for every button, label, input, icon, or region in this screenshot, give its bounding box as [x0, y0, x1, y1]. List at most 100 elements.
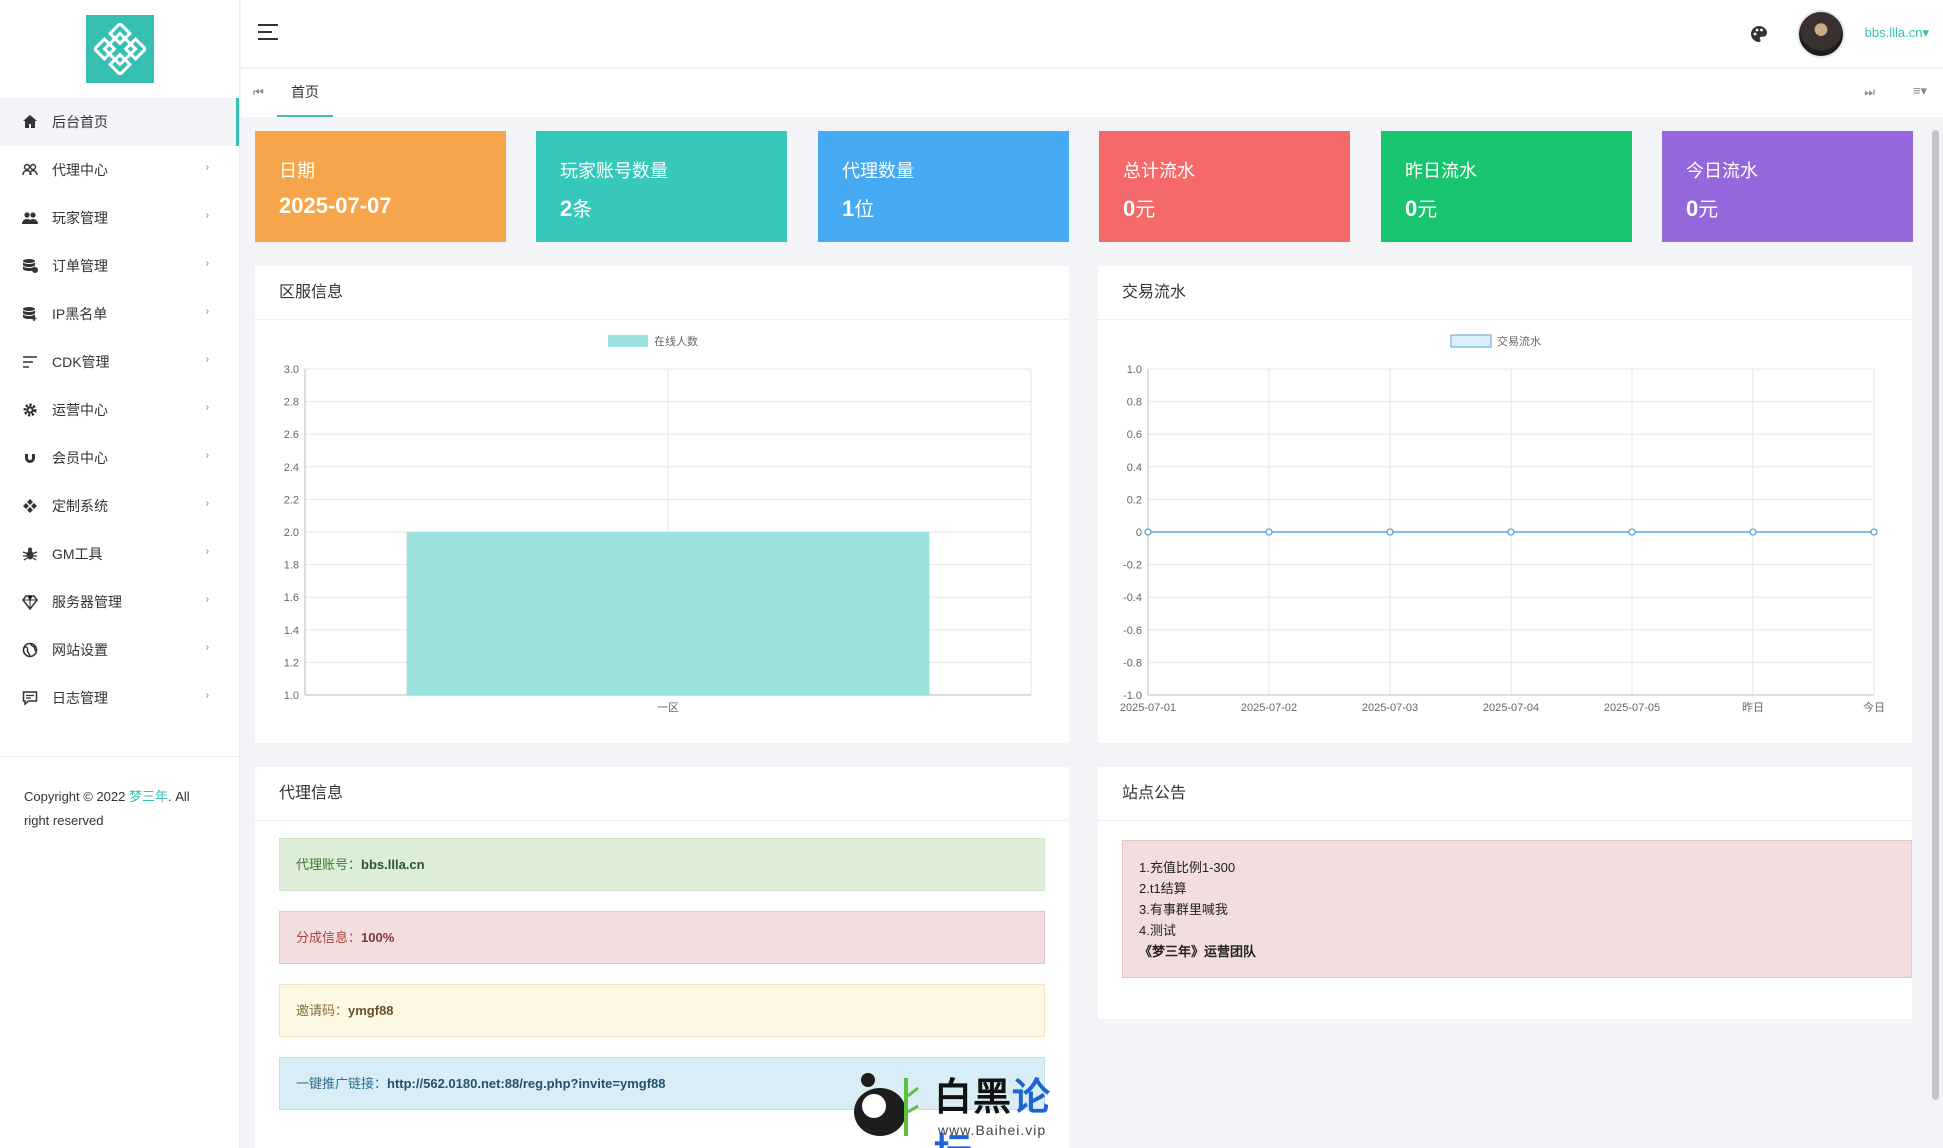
globe-icon: [22, 642, 38, 658]
stat-value-row: 0元: [1686, 193, 1889, 222]
menu-toggle-icon[interactable]: [258, 24, 278, 42]
panda-bamboo-logo-icon: [854, 1073, 919, 1136]
watermark-title-a: 白黑: [934, 1077, 1013, 1119]
top-header: bbs.llla.cn▾: [241, 0, 1943, 68]
y-tick-label: -1.0: [1123, 690, 1142, 702]
avatar[interactable]: [1797, 10, 1845, 58]
y-tick-label: 1.0: [1127, 364, 1142, 376]
transaction-flow-chart: -1.0 -0.8 -0.6 -0.4 -0.2 0 0.2 0.4 0.6 0.8 1.0 2025…: [1120, 334, 1885, 714]
sidebar-item[interactable]: GM工具 ›: [0, 530, 239, 578]
invite-code-label: 邀请码：: [296, 1003, 349, 1018]
sidebar-item[interactable]: 订单管理 ›: [0, 242, 239, 290]
sidebar-item[interactable]: 定制系统 ›: [0, 482, 239, 530]
gear-icon: [22, 402, 38, 418]
legend-label: 交易流水: [1497, 334, 1541, 348]
y-tick-label: 0: [1136, 527, 1142, 539]
promo-link[interactable]: http://562.0180.net:88/reg.php?invite=ym…: [387, 1076, 666, 1091]
y-tick-label: 2.4: [284, 462, 299, 474]
stat-label: 总计流水: [1123, 161, 1195, 181]
agent-info-title: 代理信息: [255, 767, 1069, 821]
chevron-right-icon: ›: [205, 690, 209, 701]
database-add-icon: [22, 306, 38, 322]
sidebar-item[interactable]: CDK管理 ›: [0, 338, 239, 386]
page-scrollbar[interactable]: [1932, 130, 1939, 1100]
stat-label: 玩家账号数量: [560, 161, 668, 181]
tab-bar: ⏮ 首页 ⏭ ≡▾: [241, 69, 1943, 117]
data-point: [1749, 528, 1757, 536]
stat-unit: 位: [854, 199, 875, 221]
sidebar-item-label: IP黑名单: [52, 306, 108, 322]
logo[interactable]: [85, 15, 154, 83]
stat-value-row: 0元: [1123, 193, 1326, 222]
y-tick-label: 1.6: [284, 592, 299, 604]
knot-logo-icon: [93, 23, 146, 75]
data-point: [1265, 528, 1273, 536]
sidebar-item-label: 订单管理: [52, 258, 108, 274]
x-tick-label: 2025-07-03: [1362, 702, 1418, 714]
x-tick-label: 今日: [1863, 700, 1885, 714]
tab-scroll-right-icon[interactable]: ⏭: [1864, 85, 1875, 100]
y-tick-label: 2.0: [284, 527, 299, 539]
sidebar-item[interactable]: 运营中心 ›: [0, 386, 239, 434]
gem-icon: [22, 594, 38, 610]
sidebar-item[interactable]: IP黑名单 ›: [0, 290, 239, 338]
database-icon: [22, 258, 38, 274]
legend-swatch: [608, 335, 648, 347]
promo-link-label: 一键推广链接：: [296, 1076, 388, 1091]
logo-area: [0, 0, 239, 98]
chevron-right-icon: ›: [205, 450, 209, 461]
diamond-cluster-icon: [22, 498, 38, 514]
y-tick-label: 1.4: [284, 625, 299, 637]
stat-label: 日期: [279, 161, 315, 181]
sidebar-item-label: CDK管理: [52, 354, 110, 370]
chevron-right-icon: ›: [205, 210, 209, 221]
stat-card: 今日流水 0元: [1662, 131, 1913, 242]
legend-label: 在线人数: [654, 334, 698, 348]
chevron-right-icon: ›: [205, 162, 209, 173]
sidebar-item[interactable]: 日志管理 ›: [0, 674, 239, 722]
agent-share-label: 分成信息：: [296, 930, 362, 945]
user-menu[interactable]: bbs.llla.cn▾: [1865, 25, 1929, 41]
chevron-right-icon: ›: [205, 306, 209, 317]
x-tick-label: 2025-07-05: [1604, 702, 1660, 714]
copyright-prefix: Copyright © 2022: [24, 789, 129, 804]
stat-value-row: 1位: [842, 193, 1045, 222]
sidebar-item-label: 会员中心: [52, 450, 108, 466]
sidebar-item-label: 玩家管理: [52, 210, 108, 226]
stat-card: 昨日流水 0元: [1381, 131, 1632, 242]
agent-share-box: 分成信息：100%: [279, 911, 1045, 964]
caret-down-icon: ▾: [1922, 25, 1929, 40]
stat-label: 今日流水: [1686, 161, 1758, 181]
sidebar-item-label: 代理中心: [52, 162, 108, 178]
magnet-icon: [22, 450, 38, 466]
palette-icon[interactable]: [1749, 24, 1769, 44]
chevron-right-icon: ›: [205, 354, 209, 365]
home-icon: [22, 114, 38, 130]
stat-value: 2025-07-07: [279, 193, 392, 218]
watermark: 白黑论坛 www.Baihei.vip: [850, 1060, 1090, 1148]
notice-line: 2.t1结算: [1139, 881, 1187, 896]
sidebar-item[interactable]: 代理中心 ›: [0, 146, 239, 194]
y-tick-label: 2.8: [284, 397, 299, 409]
notice-box: 1.充值比例1-300 2.t1结算 3.有事群里喊我 4.测试 《梦三年》运营…: [1122, 840, 1912, 978]
copyright: Copyright © 2022 梦三年. All right reserved: [0, 757, 239, 833]
sidebar-item[interactable]: 服务器管理 ›: [0, 578, 239, 626]
site-notice-panel: 站点公告 1.充值比例1-300 2.t1结算 3.有事群里喊我 4.测试 《梦…: [1098, 767, 1912, 1019]
users-icon: [22, 210, 38, 226]
sidebar-menu: 后台首页 代理中心 › 玩家管理 › 订单管理 › IP黑名单 › CDK管理 › 运营中心 › 会员中心…: [0, 98, 239, 722]
tab-options-icon[interactable]: ≡▾: [1913, 83, 1927, 99]
data-point: [1870, 528, 1878, 536]
sidebar-item[interactable]: 玩家管理 ›: [0, 194, 239, 242]
copyright-brand-link[interactable]: 梦三年: [129, 789, 168, 804]
tab-home[interactable]: 首页: [277, 69, 333, 117]
sidebar-item[interactable]: 后台首页: [0, 98, 239, 146]
sidebar-item[interactable]: 网站设置 ›: [0, 626, 239, 674]
agent-share-value: 100%: [361, 930, 395, 945]
y-tick-label: 0.6: [1127, 429, 1142, 441]
sidebar-item-label: 定制系统: [52, 498, 108, 514]
users-outline-icon: [22, 162, 38, 178]
y-tick-label: -0.8: [1123, 657, 1142, 669]
sidebar-item[interactable]: 会员中心 ›: [0, 434, 239, 482]
chevron-right-icon: ›: [205, 546, 209, 557]
tab-scroll-left-icon[interactable]: ⏮: [253, 85, 264, 100]
